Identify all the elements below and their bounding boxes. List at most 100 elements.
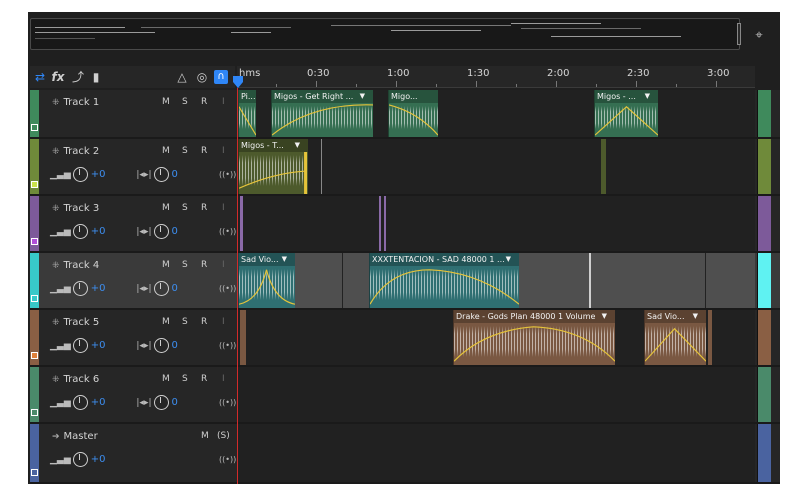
solo-safe-button[interactable]: (S) [217,431,230,441]
record-arm-button[interactable]: R [201,146,207,156]
track-4[interactable]: ⁜ Track 4 M S R I ▁▃▅ +0 |◂▸| 0 ((•)) Sad V… [30,253,780,310]
mute-button[interactable]: M [162,146,170,156]
snap-magnet-icon[interactable]: ∩ [214,70,228,84]
track-name[interactable]: ➔ Master [52,431,98,442]
track-lane[interactable]: Sad Vio... ▼ XXXTENTACION - SAD 48000 1 .… [237,253,755,308]
volume-knob[interactable] [72,452,88,467]
track-name[interactable]: ⁜ Track 2 [52,146,99,157]
send-icon[interactable]: ⤴ [70,68,86,86]
volume-knob[interactable] [72,338,88,353]
volume-knob[interactable] [72,224,88,239]
track-lane[interactable]: Drake - Gods Plan 48000 1 Volume ▼ Sad Vi… [237,310,755,365]
track-name[interactable]: ⁜ Track 3 [52,203,99,214]
switch-icon[interactable]: ⇄ [32,68,48,86]
input-monitor-button[interactable]: I [222,97,225,107]
track-name[interactable]: ⁜ Track 4 [52,260,99,271]
track-lane[interactable] [237,424,755,482]
track-lane[interactable]: Pi... Migos - Get Right ... ▼ Migo... Mig… [237,90,755,137]
record-arm-button[interactable]: R [201,97,207,107]
pan-value[interactable]: 0 [172,226,178,237]
output-icon[interactable]: ((•)) [219,170,236,179]
input-monitor-button[interactable]: I [222,374,225,384]
solo-button[interactable]: S [182,317,188,327]
input-monitor-button[interactable]: I [222,317,225,327]
audio-clip[interactable]: Migos - ... ▼ [594,90,658,137]
zoom-navigator-icon[interactable]: ⌖ [750,27,768,45]
audio-clip[interactable]: Sad Vio... ▼ [644,310,706,365]
playhead[interactable] [237,88,238,484]
playhead-handle-icon[interactable] [233,76,243,88]
solo-button[interactable]: S [182,97,188,107]
track-5[interactable]: ⁜ Track 5 M S R I ▁▃▅ +0 |◂▸| 0 ((•)) Drake… [30,310,780,367]
track-3[interactable]: ⁜ Track 3 M S R I ▁▃▅ +0 |◂▸| 0 ((•)) [30,196,780,253]
meter-icon[interactable]: ▮ [88,68,104,86]
mute-button[interactable]: M [162,317,170,327]
audio-clip[interactable]: Sad Vio... ▼ [238,253,295,308]
mute-button[interactable]: M [162,203,170,213]
volume-knob[interactable] [72,281,88,296]
clip-menu-arrow-icon[interactable]: ▼ [506,253,511,266]
solo-button[interactable]: S [182,203,188,213]
mute-button[interactable]: M [162,97,170,107]
clip-menu-arrow-icon[interactable]: ▼ [282,253,287,266]
clip-menu-arrow-icon[interactable]: ▼ [295,139,300,152]
pan-knob[interactable] [153,281,169,296]
output-icon[interactable]: ((•)) [219,227,236,236]
pan-knob[interactable] [153,395,169,410]
record-arm-button[interactable]: R [201,260,207,270]
pan-knob[interactable] [153,167,169,182]
volume-value[interactable]: +0 [91,454,106,465]
input-monitor-button[interactable]: I [222,203,225,213]
audio-clip[interactable]: Pi... [238,90,256,137]
session-overview[interactable] [30,18,741,50]
track-lane[interactable] [237,196,755,251]
pan-value[interactable]: 0 [172,169,178,180]
record-arm-button[interactable]: R [201,374,207,384]
mute-button[interactable]: M [162,260,170,270]
pan-knob[interactable] [153,338,169,353]
solo-button[interactable]: S [182,146,188,156]
pan-value[interactable]: 0 [172,340,178,351]
volume-value[interactable]: +0 [91,340,106,351]
track-lane[interactable] [237,367,755,422]
volume-knob[interactable] [72,167,88,182]
clip-menu-arrow-icon[interactable]: ▼ [360,90,365,103]
pan-knob[interactable] [153,224,169,239]
audio-clip[interactable]: XXXTENTACION - SAD 48000 1 ... ▼ [369,253,519,308]
volume-value[interactable]: +0 [91,226,106,237]
input-monitor-button[interactable]: I [222,146,225,156]
track-6[interactable]: ⁜ Track 6 M S R I ▁▃▅ +0 |◂▸| 0 ((•)) [30,367,780,424]
input-monitor-button[interactable]: I [222,260,225,270]
volume-value[interactable]: +0 [91,169,106,180]
pan-value[interactable]: 0 [172,397,178,408]
audio-clip[interactable]: Migos - T... ▼ [238,139,308,194]
track-name[interactable]: ⁜ Track 1 [52,97,99,108]
record-monitor-icon[interactable]: ◎ [194,68,210,86]
output-icon[interactable]: ((•)) [219,398,236,407]
master-track[interactable]: ➔ Master M (S) ▁▃▅ +0 ((•)) [30,424,780,484]
clip-menu-arrow-icon[interactable]: ▼ [602,310,607,323]
mute-button[interactable]: M [162,374,170,384]
track-name[interactable]: ⁜ Track 6 [52,374,99,385]
audio-clip[interactable]: Drake - Gods Plan 48000 1 Volume ▼ [453,310,615,365]
fx-icon[interactable]: fx [50,68,66,86]
mute-button[interactable]: M [201,431,209,441]
output-icon[interactable]: ((•)) [219,341,236,350]
output-icon[interactable]: ((•)) [219,284,236,293]
track-2[interactable]: ⁜ Track 2 M S R I ▁▃▅ +0 |◂▸| 0 ((•)) Migos… [30,139,780,196]
timeline-ruler[interactable]: hms 0:30 1:00 1:30 2:00 2:30 3:00 [237,66,755,88]
overview-zoom-handle[interactable] [737,23,741,45]
track-lane[interactable]: Migos - T... ▼ [237,139,755,194]
output-icon[interactable]: ((•)) [219,455,236,464]
volume-value[interactable]: +0 [91,283,106,294]
track-1[interactable]: ⁜ Track 1 M S R I Pi... Migos - Get Right… [30,90,780,139]
solo-button[interactable]: S [182,374,188,384]
record-arm-button[interactable]: R [201,317,207,327]
pan-value[interactable]: 0 [172,283,178,294]
volume-knob[interactable] [72,395,88,410]
clip-menu-arrow-icon[interactable]: ▼ [645,90,650,103]
metronome-icon[interactable]: △ [174,68,190,86]
record-arm-button[interactable]: R [201,203,207,213]
audio-clip[interactable]: Migo... [388,90,438,137]
volume-value[interactable]: +0 [91,397,106,408]
